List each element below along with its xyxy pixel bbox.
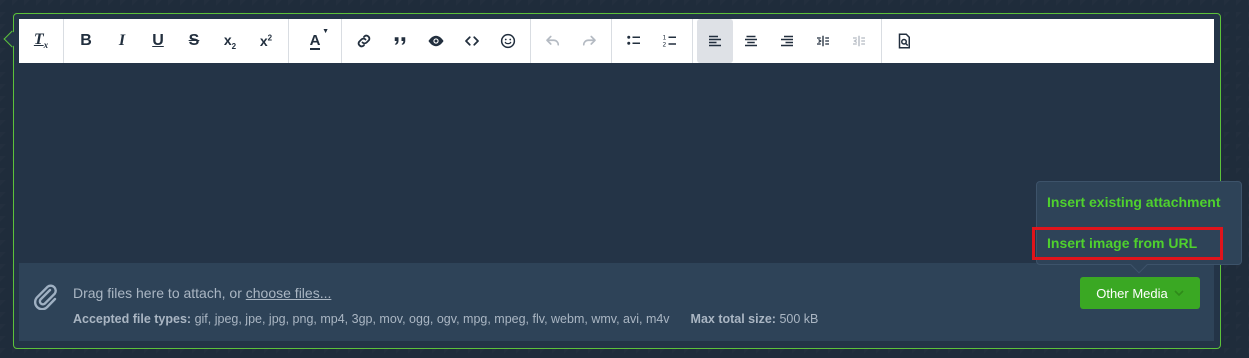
clear-formatting-button[interactable]: Tx — [23, 19, 59, 63]
strikethrough-icon: S — [188, 32, 200, 49]
drag-instructions: Drag files here to attach, or choose fil… — [73, 285, 331, 301]
caret-down-icon: ▼ — [322, 28, 329, 35]
svg-text:1: 1 — [663, 35, 667, 42]
toolbar-group-history — [531, 19, 612, 63]
italic-button[interactable]: I — [104, 19, 140, 63]
clear-formatting-icon: Tx — [33, 31, 49, 51]
align-right-icon — [781, 35, 793, 47]
drag-text: Drag files here to attach, or — [73, 285, 246, 301]
toolbar-group-format: B I U S x2 x2 — [64, 19, 289, 63]
accepted-types-value: gif, jpeg, jpe, jpg, png, mp4, 3gp, mov,… — [194, 312, 670, 326]
smiley-icon — [500, 33, 516, 49]
outdent-button[interactable] — [841, 19, 877, 63]
align-center-button[interactable] — [733, 19, 769, 63]
toolbar-group-clear: Tx — [19, 19, 64, 63]
redo-button[interactable] — [571, 19, 607, 63]
emoji-button[interactable] — [490, 19, 526, 63]
undo-icon — [546, 35, 560, 46]
text-color-button[interactable]: A ▼ — [293, 19, 337, 63]
toolbar-group-lists: 12 — [612, 19, 693, 63]
underline-button[interactable]: U — [140, 19, 176, 63]
indent-button[interactable] — [805, 19, 841, 63]
superscript-button[interactable]: x2 — [248, 19, 284, 63]
strikethrough-button[interactable]: S — [176, 19, 212, 63]
subscript-icon: x2 — [223, 31, 237, 51]
toolbar-group-preview — [882, 19, 926, 63]
text-color-icon: A — [309, 31, 321, 50]
preview-button[interactable] — [886, 19, 922, 63]
blockquote-button[interactable] — [382, 19, 418, 63]
preview-icon — [898, 33, 910, 49]
code-button[interactable] — [454, 19, 490, 63]
toolbar-group-align — [693, 19, 882, 63]
attachment-bar[interactable] — [19, 263, 1214, 341]
accepted-types-label: Accepted file types: — [73, 312, 192, 326]
highlight-box — [1032, 227, 1223, 260]
chevron-down-icon — [1174, 290, 1184, 297]
other-media-label: Other Media — [1096, 285, 1168, 301]
code-icon — [465, 36, 479, 46]
align-right-button[interactable] — [769, 19, 805, 63]
indent-icon — [817, 35, 829, 47]
eye-icon — [428, 35, 444, 47]
italic-icon: I — [118, 32, 126, 49]
paperclip-icon — [34, 284, 57, 310]
max-size-label: Max total size: — [690, 312, 776, 326]
other-media-button[interactable]: Other Media — [1080, 277, 1200, 309]
undo-button[interactable] — [535, 19, 571, 63]
editor-toolbar: Tx B I U S x2 x2 A ▼ 1 2 — [19, 19, 1214, 63]
svg-text:2: 2 — [663, 41, 667, 48]
redo-icon — [582, 35, 596, 46]
numbered-list-button[interactable]: 12 — [652, 19, 688, 63]
numbered-list-icon: 12 — [663, 35, 676, 48]
bold-icon: B — [80, 32, 92, 49]
align-left-button[interactable] — [697, 19, 733, 63]
link-icon — [357, 34, 371, 48]
insert-existing-attachment-item[interactable]: Insert existing attachment — [1047, 194, 1221, 210]
underline-icon: U — [152, 32, 164, 49]
spoiler-button[interactable] — [418, 19, 454, 63]
bullet-list-button[interactable] — [616, 19, 652, 63]
bullet-list-icon — [627, 35, 640, 45]
file-types-info: Accepted file types: gif, jpeg, jpe, jpg… — [73, 312, 818, 326]
subscript-button[interactable]: x2 — [212, 19, 248, 63]
max-size-value: 500 kB — [779, 312, 819, 326]
choose-files-link[interactable]: choose files... — [246, 285, 332, 301]
outdent-icon — [853, 35, 865, 47]
bold-button[interactable]: B — [68, 19, 104, 63]
toolbar-group-color: A ▼ — [289, 19, 342, 63]
link-button[interactable] — [346, 19, 382, 63]
align-center-icon — [745, 35, 757, 47]
toolbar-group-insert — [342, 19, 531, 63]
quote-icon — [394, 37, 406, 45]
align-left-icon — [709, 35, 721, 47]
superscript-icon: x2 — [259, 33, 273, 49]
